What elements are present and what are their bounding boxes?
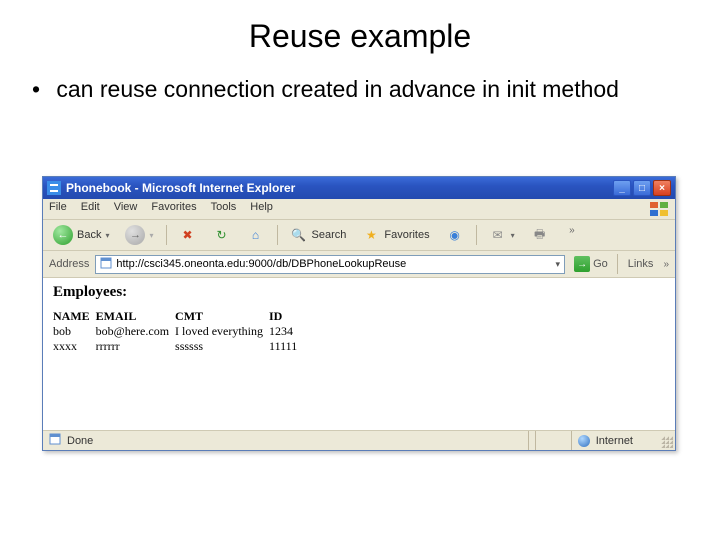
menu-favorites[interactable]: Favorites	[151, 201, 196, 217]
employees-table: NAME EMAIL CMT ID bob bob@here.com I lov…	[53, 309, 303, 354]
media-button[interactable]: ◉	[442, 225, 468, 245]
forward-button[interactable]: → ▾	[121, 224, 157, 246]
address-text: http://csci345.oneonta.edu:9000/db/DBPho…	[116, 258, 406, 270]
links-label[interactable]: Links	[624, 258, 658, 270]
ie-icon	[47, 181, 61, 195]
bullet-item: • can reuse connection created in advanc…	[0, 75, 720, 123]
menubar: File Edit View Favorites Tools Help	[43, 199, 675, 220]
resize-grip-icon[interactable]	[661, 436, 673, 448]
cell-id: 11111	[269, 339, 303, 354]
chevron-down-icon[interactable]: ▾	[556, 259, 561, 270]
chevron-down-icon: ▾	[105, 231, 109, 240]
status-bar: Done Internet	[43, 430, 675, 450]
col-cmt: CMT	[175, 309, 269, 324]
cell-email: bob@here.com	[96, 324, 175, 339]
col-email: EMAIL	[96, 309, 175, 324]
back-button[interactable]: ← Back ▾	[49, 224, 113, 246]
cell-email: rrrrrr	[96, 339, 175, 354]
menu-view[interactable]: View	[114, 201, 138, 217]
windows-flag-icon	[649, 201, 669, 217]
toolbar-overflow[interactable]	[561, 223, 577, 247]
cell-cmt: ssssss	[175, 339, 269, 354]
search-label: Search	[312, 229, 347, 241]
toolbar-separator	[277, 225, 278, 245]
back-arrow-icon: ←	[53, 225, 73, 245]
refresh-button[interactable]: ↻	[209, 225, 235, 245]
page-content: Employees: NAME EMAIL CMT ID bob bob@her…	[43, 278, 675, 430]
home-icon: ⌂	[247, 226, 265, 244]
media-icon: ◉	[446, 226, 464, 244]
chevron-down-icon: ▾	[511, 231, 515, 240]
go-button[interactable]: → Go	[571, 256, 611, 272]
address-input[interactable]: http://csci345.oneonta.edu:9000/db/DBPho…	[95, 255, 565, 274]
toolbar-separator	[476, 225, 477, 245]
toolbar: ← Back ▾ → ▾ ✖ ↻ ⌂ 🔍 Search ★ Favorites …	[43, 220, 675, 251]
bullet-text: can reuse connection created in advance …	[56, 75, 656, 105]
status-text: Done	[67, 435, 93, 447]
cell-name: xxxx	[53, 339, 96, 354]
address-bar: Address http://csci345.oneonta.edu:9000/…	[43, 251, 675, 278]
col-name: NAME	[53, 309, 96, 324]
go-label: Go	[593, 258, 608, 270]
maximize-button[interactable]: □	[633, 180, 651, 196]
cell-name: bob	[53, 324, 96, 339]
go-arrow-icon: →	[574, 256, 590, 272]
page-icon	[49, 433, 61, 448]
mail-icon: ✉	[489, 226, 507, 244]
table-header-row: NAME EMAIL CMT ID	[53, 309, 303, 324]
search-button[interactable]: 🔍 Search	[286, 225, 351, 245]
menu-edit[interactable]: Edit	[81, 201, 100, 217]
page-heading: Employees:	[53, 284, 665, 301]
page-icon	[100, 257, 112, 272]
minimize-button[interactable]: _	[613, 180, 631, 196]
close-button[interactable]: ×	[653, 180, 671, 196]
menu-help[interactable]: Help	[250, 201, 273, 217]
window-title: Phonebook - Microsoft Internet Explorer	[66, 181, 295, 195]
cell-cmt: I loved everything	[175, 324, 269, 339]
globe-icon	[578, 435, 590, 447]
col-id: ID	[269, 309, 303, 324]
address-label: Address	[49, 258, 89, 270]
table-row: bob bob@here.com I loved everything 1234	[53, 324, 303, 339]
chevron-down-icon: ▾	[149, 231, 153, 240]
home-button[interactable]: ⌂	[243, 225, 269, 245]
toolbar-overflow[interactable]: »	[663, 259, 669, 270]
toolbar-separator	[617, 254, 618, 274]
stop-icon: ✖	[179, 226, 197, 244]
back-label: Back	[77, 229, 101, 241]
table-row: xxxx rrrrrr ssssss 11111	[53, 339, 303, 354]
browser-window: Phonebook - Microsoft Internet Explorer …	[42, 176, 676, 451]
star-icon: ★	[362, 226, 380, 244]
favorites-label: Favorites	[384, 229, 429, 241]
forward-arrow-icon: →	[125, 225, 145, 245]
print-button[interactable]: 🖶	[527, 225, 553, 245]
search-icon: 🔍	[290, 226, 308, 244]
favorites-button[interactable]: ★ Favorites	[358, 225, 433, 245]
window-buttons: _ □ ×	[613, 180, 671, 196]
titlebar: Phonebook - Microsoft Internet Explorer …	[43, 177, 675, 199]
menu-tools[interactable]: Tools	[211, 201, 237, 217]
toolbar-separator	[166, 225, 167, 245]
cell-id: 1234	[269, 324, 303, 339]
menu-file[interactable]: File	[49, 201, 67, 217]
refresh-icon: ↻	[213, 226, 231, 244]
slide-title: Reuse example	[0, 18, 720, 55]
print-icon: 🖶	[531, 226, 549, 244]
mail-button[interactable]: ✉ ▾	[485, 225, 519, 245]
zone-text: Internet	[596, 435, 633, 447]
stop-button[interactable]: ✖	[175, 225, 201, 245]
